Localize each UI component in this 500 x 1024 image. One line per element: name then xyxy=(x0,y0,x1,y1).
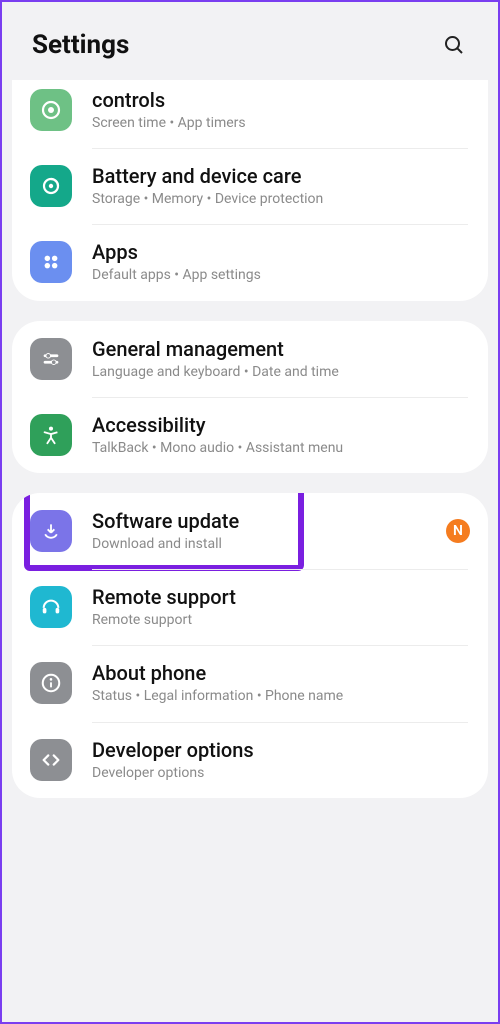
settings-item-accessibility[interactable]: Accessibility TalkBack • Mono audio • As… xyxy=(12,397,488,473)
device-care-icon xyxy=(30,165,72,207)
settings-item-software-update[interactable]: Software update Download and install N xyxy=(12,493,488,569)
about-phone-icon xyxy=(30,662,72,704)
settings-item-apps[interactable]: Apps Default apps • App settings xyxy=(12,224,488,300)
settings-group-1: controls Screen time • App timers Batter… xyxy=(12,80,488,301)
item-subtitle: Language and keyboard • Date and time xyxy=(92,363,470,381)
remote-support-icon xyxy=(30,586,72,628)
item-subtitle: Status • Legal information • Phone name xyxy=(92,687,470,705)
developer-options-icon xyxy=(30,739,72,781)
item-subtitle: TalkBack • Mono audio • Assistant menu xyxy=(92,439,470,457)
item-subtitle: Remote support xyxy=(92,611,470,629)
general-management-icon xyxy=(30,338,72,380)
settings-item-developer-options[interactable]: Developer options Developer options xyxy=(12,722,488,798)
apps-icon xyxy=(30,241,72,283)
new-badge: N xyxy=(446,519,470,543)
search-button[interactable] xyxy=(440,31,468,59)
settings-item-battery-care[interactable]: Battery and device care Storage • Memory… xyxy=(12,148,488,224)
item-title: Apps xyxy=(92,240,470,264)
digital-wellbeing-icon xyxy=(30,89,72,131)
settings-group-2: General management Language and keyboard… xyxy=(12,321,488,473)
item-title: General management xyxy=(92,337,470,361)
settings-item-remote-support[interactable]: Remote support Remote support xyxy=(12,569,488,645)
item-title: Remote support xyxy=(92,585,470,609)
settings-group-3: Software update Download and install N R… xyxy=(12,493,488,798)
item-title: controls xyxy=(92,88,470,112)
item-subtitle: Default apps • App settings xyxy=(92,266,470,284)
item-subtitle: Developer options xyxy=(92,764,470,782)
item-subtitle: Storage • Memory • Device protection xyxy=(92,190,470,208)
item-title: Software update xyxy=(92,509,438,533)
item-title: Battery and device care xyxy=(92,164,470,188)
item-title: Developer options xyxy=(92,738,470,762)
item-subtitle: Screen time • App timers xyxy=(92,114,470,132)
item-title: About phone xyxy=(92,661,470,685)
accessibility-icon xyxy=(30,414,72,456)
software-update-icon xyxy=(30,510,72,552)
page-title: Settings xyxy=(32,30,129,60)
settings-item-general-management[interactable]: General management Language and keyboard… xyxy=(12,321,488,397)
item-subtitle: Download and install xyxy=(92,535,438,553)
item-title: Accessibility xyxy=(92,413,470,437)
settings-item-about-phone[interactable]: About phone Status • Legal information •… xyxy=(12,645,488,721)
search-icon xyxy=(442,33,466,57)
settings-item-controls[interactable]: controls Screen time • App timers xyxy=(12,80,488,148)
